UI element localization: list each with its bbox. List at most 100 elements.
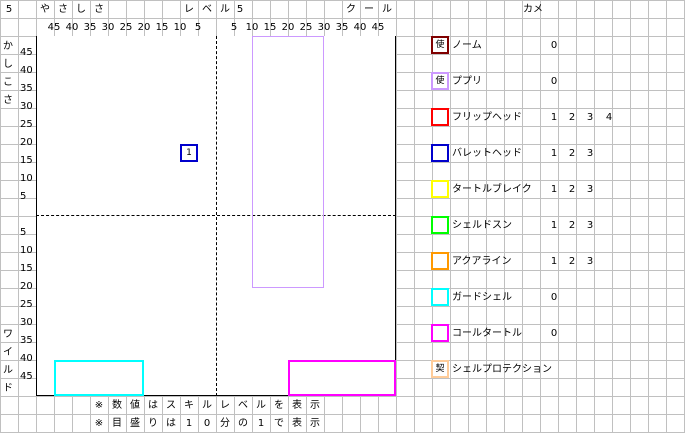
title-char: さ <box>94 4 104 15</box>
legend-name: バレットヘッド <box>452 148 522 159</box>
legend-swatch: 使 <box>431 36 449 54</box>
vertical-axis <box>216 36 217 396</box>
x-tick-label: 45 <box>371 22 385 33</box>
title-char: し <box>76 4 86 15</box>
note-char: 盛 <box>130 418 140 429</box>
x-tick-label: 45 <box>47 22 61 33</box>
legend-value: 1 <box>550 112 558 123</box>
x-tick-label: 15 <box>155 22 169 33</box>
legend-value: 1 <box>550 184 558 195</box>
legend-swatch: 使 <box>431 72 449 90</box>
corner-label: 5 <box>5 4 13 15</box>
left-title-char: ル <box>3 365 13 376</box>
note-char: ル <box>202 400 212 411</box>
note-char: 1 <box>185 418 193 429</box>
legend-value: 4 <box>605 112 613 123</box>
x-tick-label: 20 <box>137 22 151 33</box>
legend-value: 3 <box>586 184 594 195</box>
title-char: ク <box>346 4 356 15</box>
x-tick-label: 40 <box>65 22 79 33</box>
note-char: で <box>274 418 284 429</box>
legend-swatch: 契 <box>431 360 449 378</box>
note-char: 値 <box>130 400 140 411</box>
legend-value: 3 <box>586 256 594 267</box>
y-tick-label: 40 <box>20 65 33 76</box>
legend-value: 3 <box>586 112 594 123</box>
y-tick-label: 45 <box>20 371 33 382</box>
note-char: ※ <box>94 418 104 429</box>
legend-swatch <box>431 216 449 234</box>
x-tick-label: 15 <box>263 22 277 33</box>
y-tick-label: 35 <box>20 83 33 94</box>
note-char: は <box>166 418 176 429</box>
y-tick-label: 10 <box>20 173 33 184</box>
region-pupuri <box>252 36 324 288</box>
note-char: 示 <box>310 400 320 411</box>
legend-value: 0 <box>550 76 558 87</box>
legend-value: 2 <box>568 184 576 195</box>
region-call-turtle <box>288 360 396 396</box>
legend-value: 1 <box>550 148 558 159</box>
left-title-char: ワ <box>3 329 13 340</box>
legend-swatch-char: 使 <box>435 40 445 50</box>
legend-name: ノーム <box>452 40 482 51</box>
note-char: ル <box>256 400 266 411</box>
x-tick-label: 10 <box>245 22 259 33</box>
note-char: は <box>148 400 158 411</box>
note-char: り <box>148 418 158 429</box>
left-title-char: イ <box>3 347 13 358</box>
x-tick-label: 30 <box>101 22 115 33</box>
legend-name: シェルドスン <box>452 220 512 231</box>
title-char: や <box>40 4 50 15</box>
note-char: 数 <box>112 400 122 411</box>
x-tick-label: 10 <box>173 22 187 33</box>
legend-name: シェルプロテクション <box>452 364 552 375</box>
legend-swatch <box>431 324 449 342</box>
note-char: 目 <box>112 418 122 429</box>
legend-value: 1 <box>550 220 558 231</box>
legend-value: 2 <box>568 112 576 123</box>
x-tick-label: 35 <box>335 22 349 33</box>
legend-value: 0 <box>550 292 558 303</box>
y-tick-label: 5 <box>20 227 27 238</box>
left-title-char: ド <box>3 383 13 394</box>
note-char: 表 <box>292 400 302 411</box>
x-tick-label: 5 <box>230 22 238 33</box>
y-tick-label: 35 <box>20 335 33 346</box>
note-char: 1 <box>257 418 265 429</box>
y-tick-label: 30 <box>20 101 33 112</box>
y-tick-label: 30 <box>20 317 33 328</box>
left-title-char: さ <box>3 95 13 106</box>
title-char: レ <box>184 4 194 15</box>
legend-name: タートルブレイク <box>452 184 532 195</box>
legend-value: 2 <box>568 148 576 159</box>
legend-swatch-char: 契 <box>435 364 445 374</box>
title-char: ル <box>382 4 392 15</box>
note-char: キ <box>184 400 194 411</box>
note-char: を <box>274 400 284 411</box>
left-title-char: こ <box>3 77 13 88</box>
y-tick-label: 10 <box>20 245 33 256</box>
legend-value: 1 <box>550 256 558 267</box>
legend-value: 3 <box>586 148 594 159</box>
legend-value: 0 <box>550 328 558 339</box>
bullet-head-marker[interactable]: 1 <box>180 144 198 162</box>
x-tick-label: 25 <box>299 22 313 33</box>
y-tick-label: 20 <box>20 281 33 292</box>
title-level-value: 5 <box>236 4 244 15</box>
y-tick-label: 5 <box>20 191 27 202</box>
note-char: の <box>238 418 248 429</box>
x-tick-label: 25 <box>119 22 133 33</box>
title-char: ル <box>220 4 230 15</box>
x-tick-label: 5 <box>194 22 202 33</box>
y-tick-label: 25 <box>20 299 33 310</box>
y-tick-label: 45 <box>20 47 33 58</box>
legend-value: 2 <box>568 220 576 231</box>
region-guard-shell <box>54 360 144 396</box>
note-char: 示 <box>310 418 320 429</box>
legend-name: ププリ <box>452 76 482 87</box>
legend-swatch <box>431 252 449 270</box>
note-char: ベ <box>238 400 248 411</box>
legend-name: コールタートル <box>452 328 522 339</box>
note-char: 分 <box>220 418 230 429</box>
